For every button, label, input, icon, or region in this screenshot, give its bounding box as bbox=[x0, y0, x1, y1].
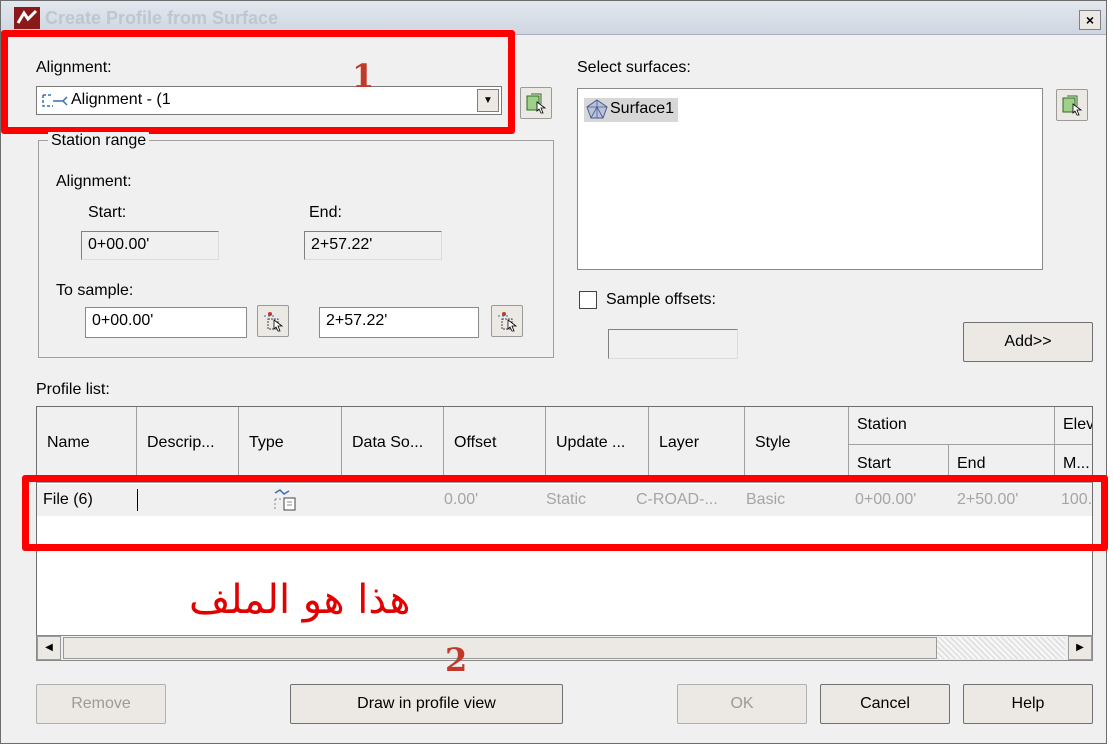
sample-offsets-label: Sample offsets: bbox=[606, 291, 716, 308]
draw-in-profile-view-button[interactable]: Draw in profile view bbox=[290, 684, 563, 724]
sample-end-input[interactable]: 2+57.22' bbox=[319, 307, 479, 338]
scrollbar-thumb[interactable] bbox=[63, 637, 937, 659]
app-icon bbox=[14, 7, 40, 29]
column-header-type[interactable]: Type bbox=[239, 407, 342, 483]
pick-from-drawing-icon bbox=[1062, 95, 1083, 116]
annotation-box-2 bbox=[22, 475, 1108, 551]
column-header-description[interactable]: Descrip... bbox=[137, 407, 239, 483]
surface-name: Surface1 bbox=[610, 100, 675, 117]
column-header-layer[interactable]: Layer bbox=[649, 407, 745, 483]
window-title: Create Profile from Surface bbox=[45, 8, 279, 28]
pick-sample-end-button[interactable] bbox=[491, 305, 523, 337]
end-station-field: 2+57.22' bbox=[304, 231, 442, 260]
cancel-button[interactable]: Cancel bbox=[820, 684, 950, 724]
column-header-name[interactable]: Name bbox=[37, 407, 137, 483]
column-header-elevation[interactable]: Elev bbox=[1055, 407, 1092, 445]
station-range-title: Station range bbox=[48, 132, 150, 150]
horizontal-scrollbar[interactable]: ◀ ▶ bbox=[36, 635, 1093, 661]
surface-icon bbox=[586, 99, 608, 119]
start-station-field: 0+00.00' bbox=[81, 231, 219, 260]
sample-offsets-checkbox[interactable] bbox=[579, 291, 597, 309]
station-alignment-label: Alignment: bbox=[56, 173, 132, 190]
sample-start-input[interactable]: 0+00.00' bbox=[85, 307, 247, 338]
pick-alignment-button[interactable] bbox=[520, 87, 552, 119]
column-header-station[interactable]: Station bbox=[849, 407, 1055, 445]
create-profile-dialog: Create Profile from Surface × Alignment:… bbox=[0, 0, 1108, 744]
add-button[interactable]: Add>> bbox=[963, 322, 1093, 362]
end-label: End: bbox=[309, 204, 342, 221]
remove-button[interactable]: Remove bbox=[36, 684, 166, 724]
scroll-right-icon[interactable]: ▶ bbox=[1068, 636, 1092, 660]
start-label: Start: bbox=[88, 204, 127, 221]
surfaces-list[interactable]: Surface1 bbox=[577, 88, 1043, 270]
annotation-arabic-text: هذا هو الملف bbox=[189, 577, 411, 623]
profile-list-label: Profile list: bbox=[36, 381, 110, 398]
ok-button[interactable]: OK bbox=[677, 684, 807, 724]
pick-sample-start-button[interactable] bbox=[257, 305, 289, 337]
scrollbar-track[interactable] bbox=[937, 637, 1065, 659]
pick-surface-button[interactable] bbox=[1056, 89, 1088, 121]
scroll-left-icon[interactable]: ◀ bbox=[37, 636, 61, 660]
column-header-update[interactable]: Update ... bbox=[546, 407, 649, 483]
sample-offsets-field bbox=[608, 329, 738, 359]
close-button[interactable]: × bbox=[1079, 10, 1101, 30]
to-sample-label: To sample: bbox=[56, 282, 134, 299]
annotation-box-1 bbox=[1, 30, 515, 134]
column-header-data-source[interactable]: Data So... bbox=[342, 407, 444, 483]
pick-station-icon bbox=[264, 312, 284, 332]
annotation-number-2: 2 bbox=[445, 641, 468, 679]
select-surfaces-label: Select surfaces: bbox=[577, 59, 691, 76]
surface-list-item[interactable]: Surface1 bbox=[584, 98, 679, 122]
column-header-offset[interactable]: Offset bbox=[444, 407, 546, 483]
column-header-style[interactable]: Style bbox=[745, 407, 849, 483]
annotation-number-1: 1 bbox=[352, 57, 375, 95]
pick-station-icon bbox=[498, 312, 518, 332]
pick-from-drawing-icon bbox=[526, 93, 547, 114]
help-button[interactable]: Help bbox=[963, 684, 1093, 724]
